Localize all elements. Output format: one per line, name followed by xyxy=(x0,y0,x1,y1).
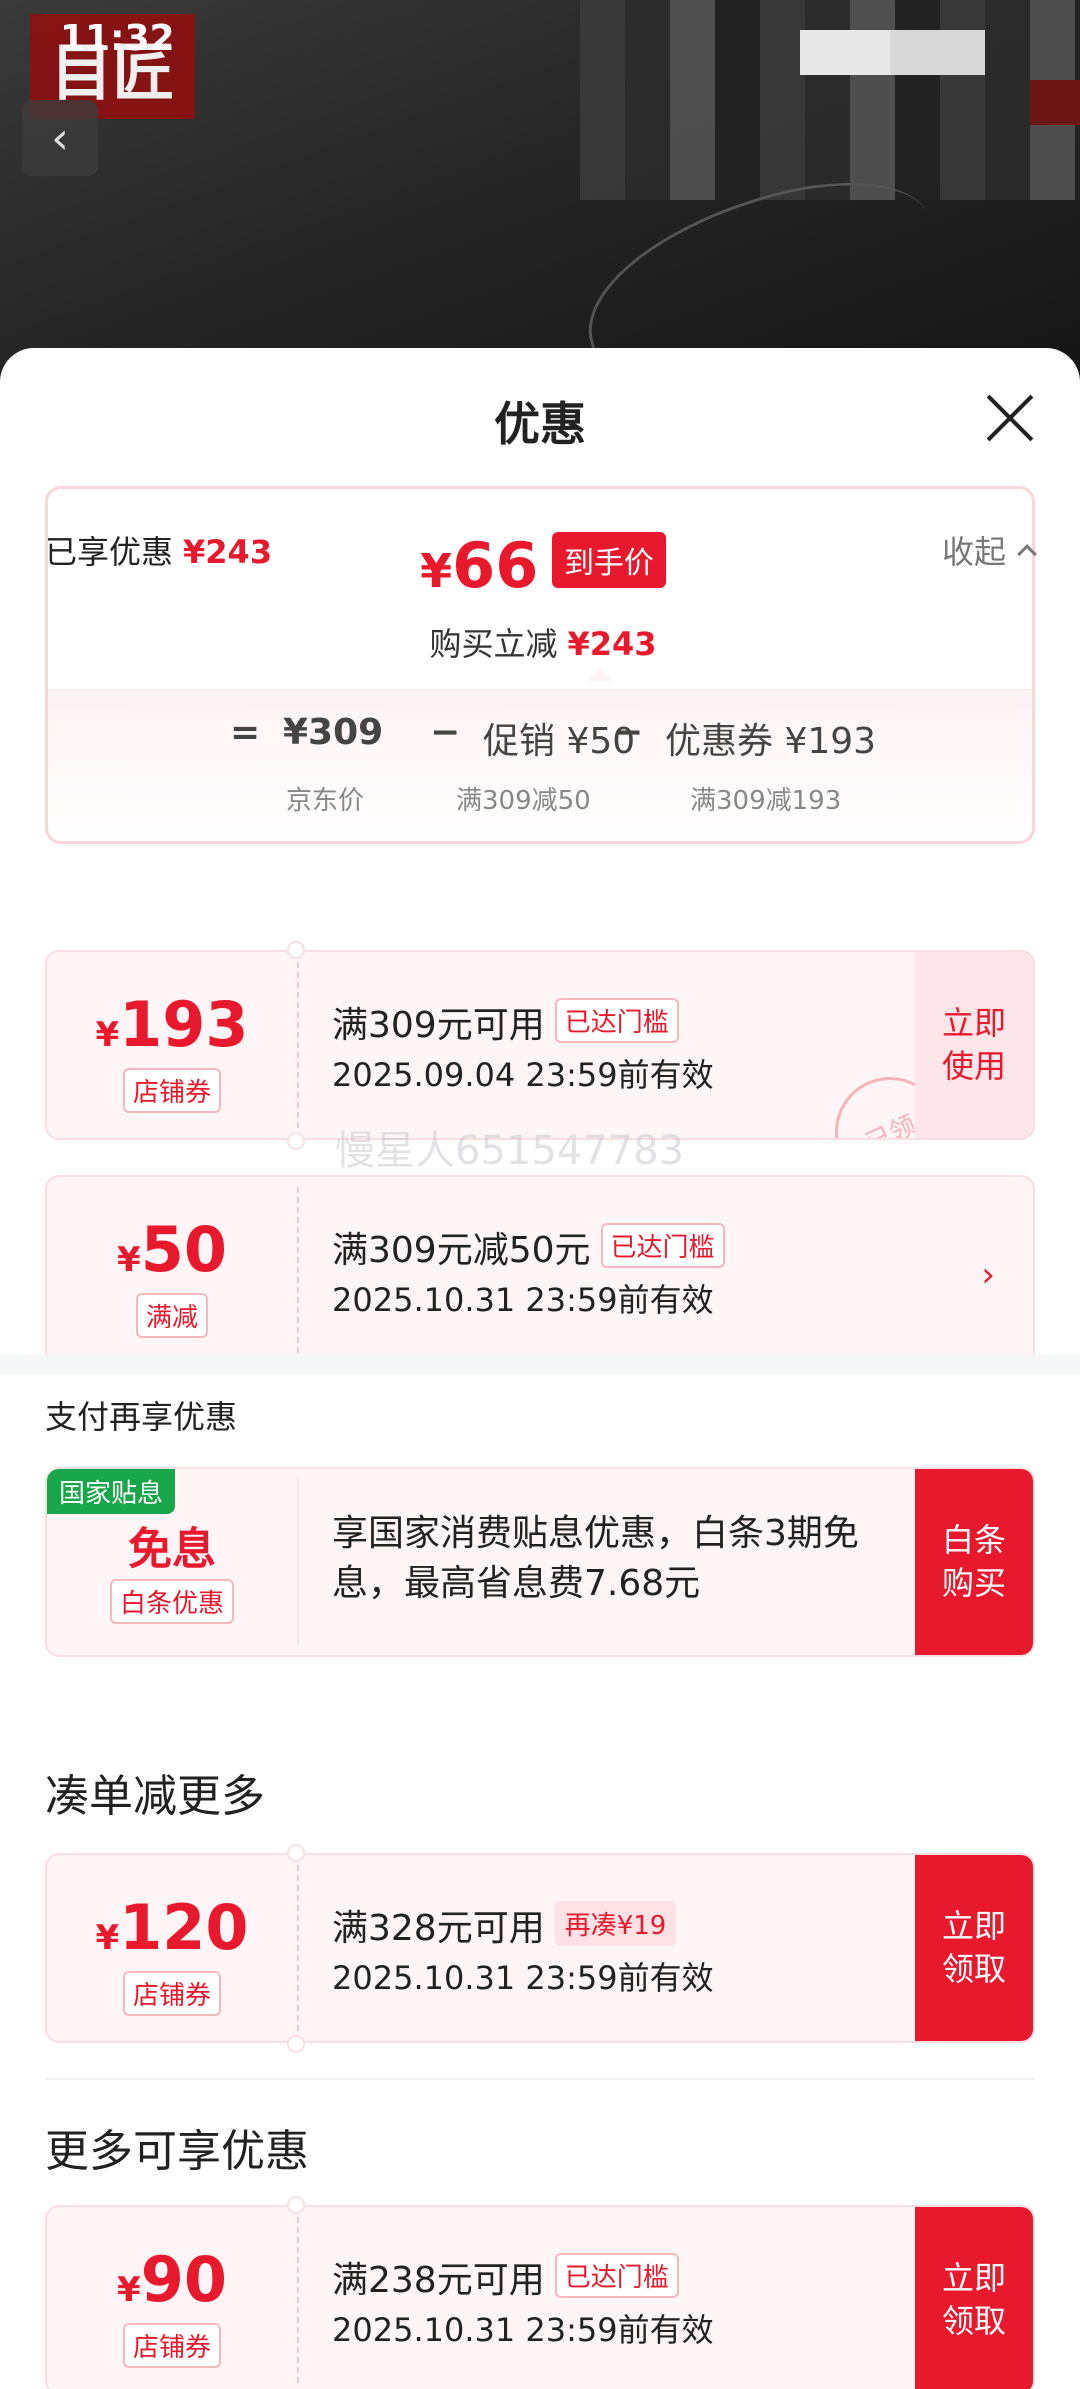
more-offers-label: 更多可享优惠 xyxy=(45,2126,309,2177)
claim-now-button[interactable]: 立即 领取 xyxy=(915,2207,1033,2389)
collapse-button[interactable]: 收起 xyxy=(942,527,1037,573)
coupon-amount: 优惠券 ¥193 xyxy=(665,721,877,762)
coupon-card-store: ¥193 店铺券 满309元可用 已达门槛 2025.09.04 23:59前有效… xyxy=(45,950,1035,1140)
sheet-title: 优惠 xyxy=(494,397,586,451)
enjoyed-label: 已享优惠 ¥243 xyxy=(45,533,273,571)
coupon-expire: 2025.10.31 23:59前有效 xyxy=(332,1959,714,1997)
mosaic-block xyxy=(1030,80,1080,125)
more-order-label: 凑单减更多 xyxy=(45,1771,265,1822)
coupon-type: 店铺券 xyxy=(122,2323,222,2368)
coupon-expire: 2025.09.04 23:59前有效 xyxy=(332,1056,714,1094)
jd-price: ¥309 xyxy=(283,712,384,753)
divider xyxy=(45,2078,1035,2080)
caret-icon xyxy=(588,667,612,681)
promo-rule: 满309减50 xyxy=(456,786,591,816)
coupon-card-store: ¥120 店铺券 满328元可用 再凑¥19 2025.10.31 23:59前有… xyxy=(45,1853,1035,2043)
interest-free-title: 免息 xyxy=(128,1524,216,1575)
coupon-condition: 满238元可用 已达门槛 xyxy=(332,2251,679,2303)
coupon-amount: ¥50 xyxy=(117,1213,227,1286)
mosaic-block xyxy=(800,30,890,75)
coupon-rule: 满309减193 xyxy=(690,786,842,816)
coupon-condition: 满309元减50元 已达门槛 xyxy=(332,1221,725,1273)
section-divider xyxy=(0,1355,1080,1375)
coupon-card-full-reduction[interactable]: ¥50 满减 满309元减50元 已达门槛 2025.10.31 23:59前有效… xyxy=(45,1175,1035,1365)
coupon-condition: 满328元可用 再凑¥19 xyxy=(332,1899,677,1951)
price-formula: = ¥309 − 促销 ¥50 − 优惠券 ¥193 京东价 满309减50 满… xyxy=(48,689,1032,841)
coupon-type: 白条优惠 xyxy=(109,1579,235,1624)
coupon-type: 满减 xyxy=(135,1293,209,1338)
close-icon[interactable] xyxy=(982,390,1038,446)
coupon-card-store: ¥90 店铺券 满238元可用 已达门槛 2025.10.31 23:59前有效 … xyxy=(45,2205,1035,2389)
claim-now-button[interactable]: 立即 领取 xyxy=(915,1855,1033,2041)
pay-section-label: 支付再享优惠 xyxy=(45,1398,238,1436)
interest-free-desc: 享国家消费贴息优惠，白条3期免息，最高省息费7.68元 xyxy=(332,1513,859,1605)
chevron-left-icon: ‹ xyxy=(51,112,69,164)
baitiao-buy-button[interactable]: 白条 购买 xyxy=(915,1469,1033,1655)
coupon-type: 店铺券 xyxy=(122,1068,222,1113)
final-price-tag: 到手价 xyxy=(551,532,666,588)
threshold-badge: 已达门槛 xyxy=(554,2253,679,2298)
interest-free-card: 国家贴息 免息 白条优惠 享国家消费贴息优惠，白条3期免息，最高省息费7.68元… xyxy=(45,1467,1035,1657)
jd-price-label: 京东价 xyxy=(286,786,365,816)
chevron-right-icon: › xyxy=(981,1255,995,1295)
coupon-amount: ¥120 xyxy=(95,1891,249,1964)
chevron-up-icon xyxy=(1017,544,1037,564)
coupon-expire: 2025.10.31 23:59前有效 xyxy=(332,2311,714,2349)
coupon-type: 店铺券 xyxy=(122,1971,222,2016)
reduce-line: 购买立减 ¥243 xyxy=(48,619,1032,681)
use-now-button[interactable]: 立即 使用 xyxy=(915,952,1033,1138)
coupon-condition: 满309元可用 已达门槛 xyxy=(332,996,679,1048)
add-more-badge: 再凑¥19 xyxy=(554,1901,677,1946)
threshold-badge: 已达门槛 xyxy=(554,998,679,1043)
coupon-amount: ¥193 xyxy=(95,988,249,1061)
back-button[interactable]: ‹ xyxy=(22,100,98,176)
threshold-badge: 已达门槛 xyxy=(600,1223,725,1268)
watermark: 慢星人651547783 xyxy=(335,1128,685,1174)
coupon-amount: ¥90 xyxy=(117,2243,227,2316)
product-image-backdrop: 目匠 11:32 ‹ xyxy=(0,0,1080,380)
coupon-expire: 2025.10.31 23:59前有效 xyxy=(332,1281,714,1319)
status-time: 11:32 xyxy=(60,18,175,59)
mosaic-block xyxy=(890,30,985,75)
